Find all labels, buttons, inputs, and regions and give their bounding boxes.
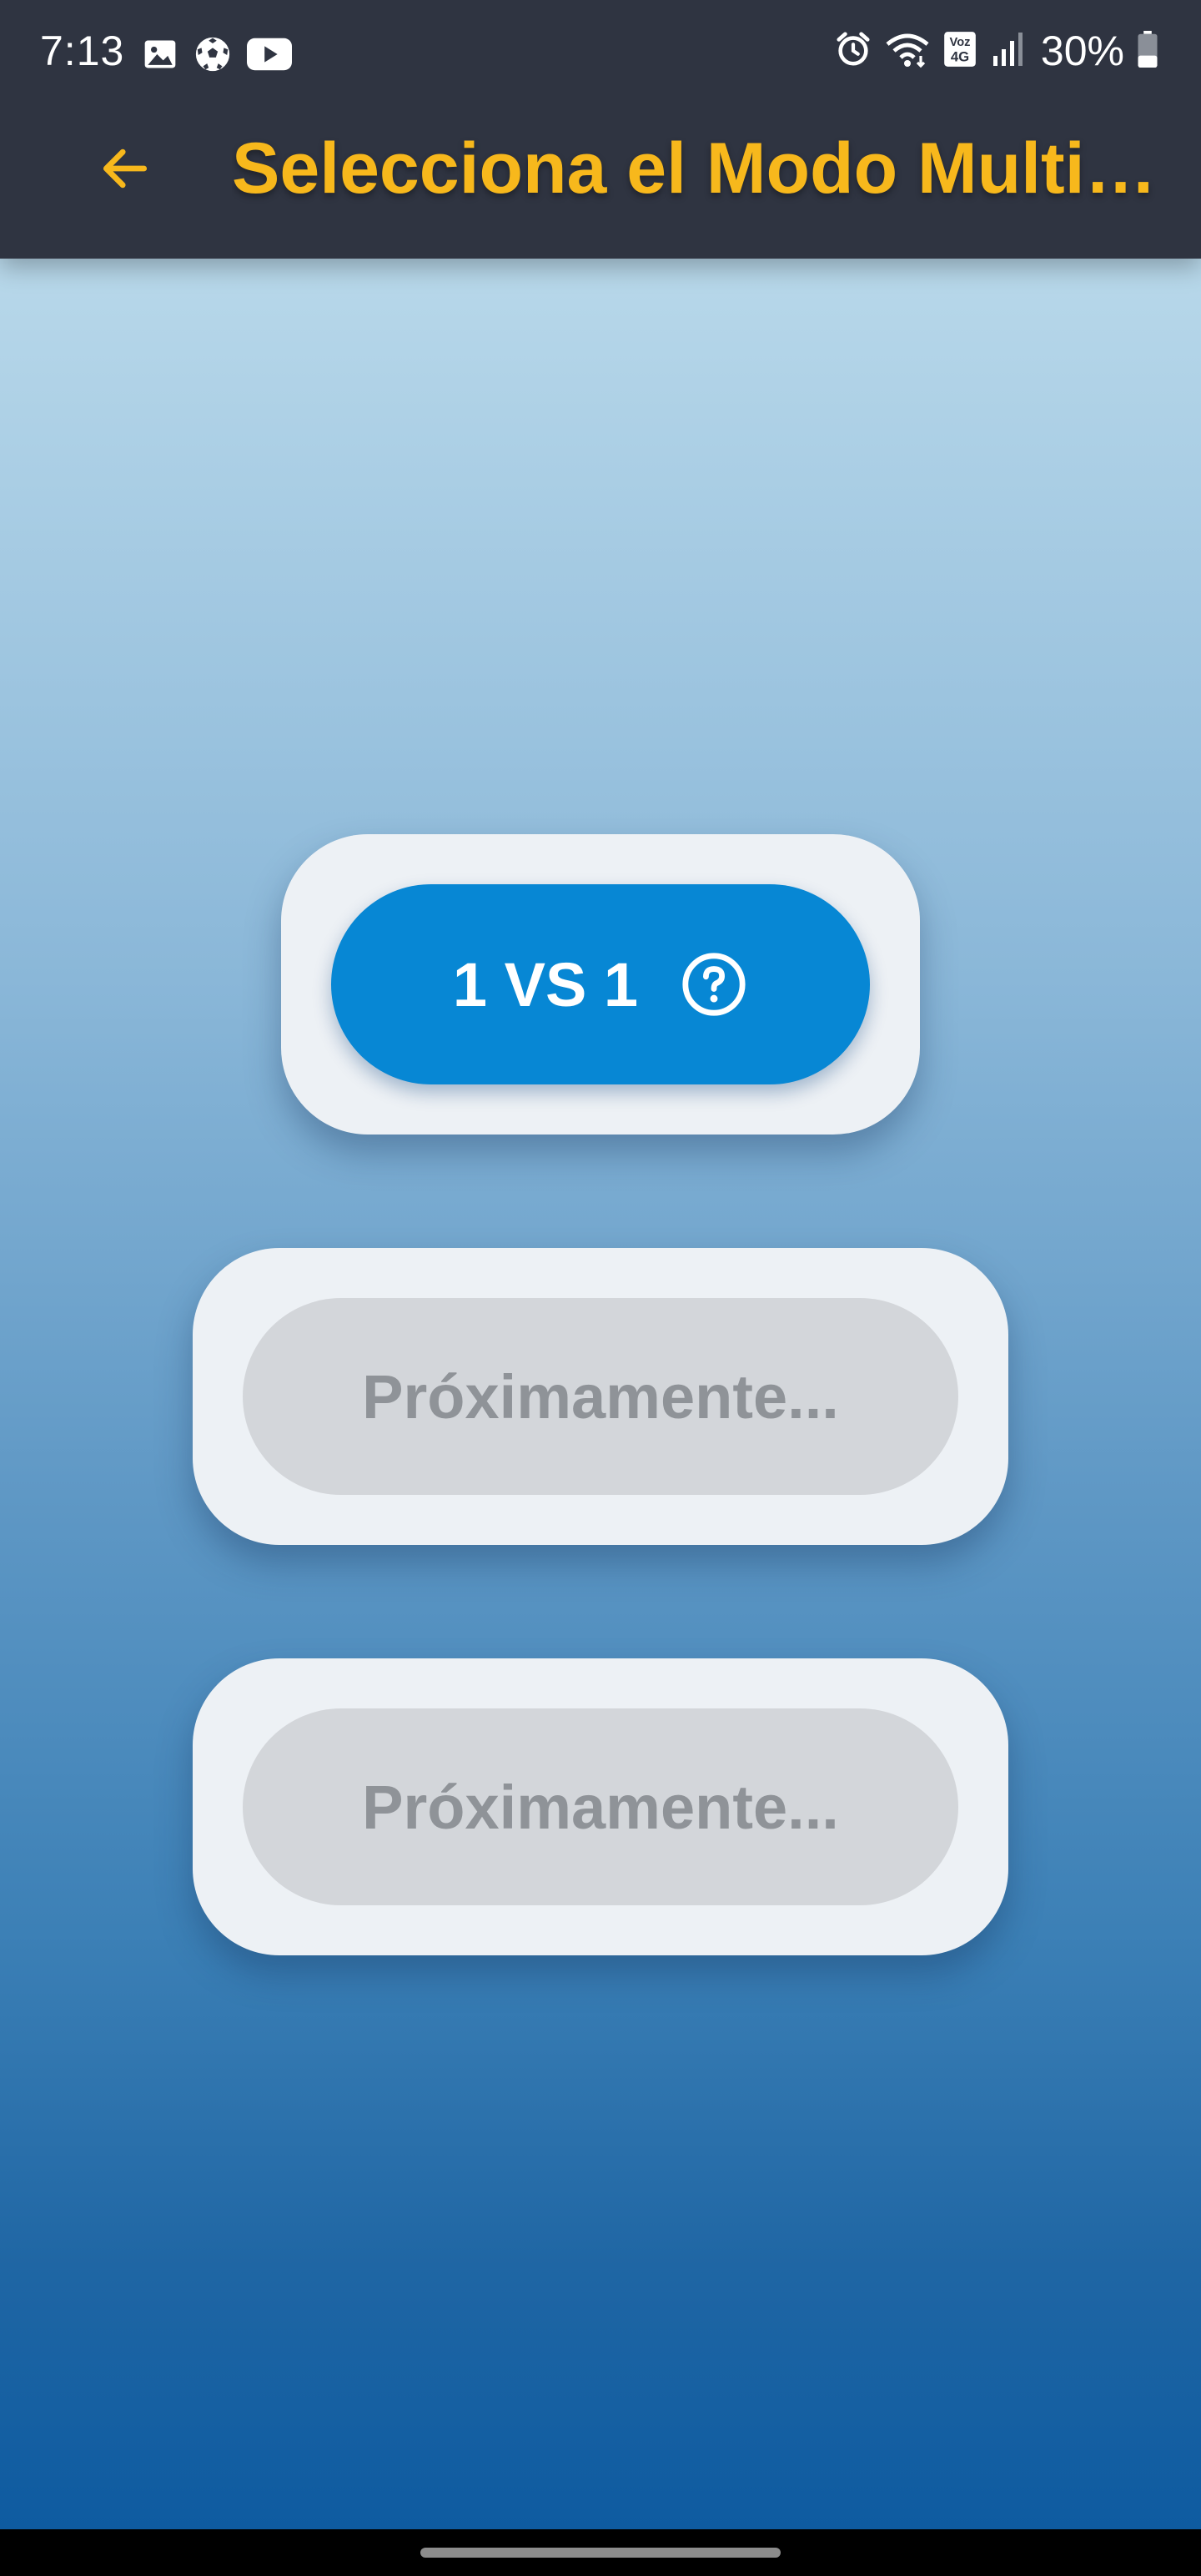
status-time: 7:13 <box>40 28 125 74</box>
wifi-icon <box>884 30 931 73</box>
battery-icon <box>1136 30 1159 73</box>
status-bar: 7:13 Voz 4G 30% <box>0 0 1201 108</box>
alarm-icon <box>834 30 872 73</box>
svg-text:Voz: Voz <box>949 35 970 48</box>
mode-card-coming-soon-2: Próximamente... <box>193 1658 1008 1955</box>
soccer-ball-icon <box>193 35 232 78</box>
youtube-icon <box>247 38 292 75</box>
mode-card-1vs1: 1 VS 1 <box>281 834 920 1135</box>
gallery-icon <box>142 36 178 77</box>
coming-soon-button[interactable]: Próximamente... <box>243 1708 958 1905</box>
mode-1vs1-button[interactable]: 1 VS 1 <box>331 884 870 1084</box>
coming-soon-button[interactable]: Próximamente... <box>243 1298 958 1495</box>
screen: 7:13 Voz 4G 30% Selecciona el Modo Multi… <box>0 0 1201 2576</box>
notification-icons <box>142 35 292 78</box>
system-icons: Voz 4G 30% <box>834 27 1159 75</box>
help-circle-icon[interactable] <box>680 950 748 1019</box>
signal-icon <box>989 31 1024 72</box>
top-bar: 7:13 Voz 4G 30% Selecciona el Modo Multi… <box>0 0 1201 259</box>
home-gesture-handle[interactable] <box>420 2548 781 2558</box>
svg-text:4G: 4G <box>951 48 969 64</box>
battery-percentage: 30% <box>1040 28 1124 74</box>
page-title: Selecciona el Modo Multi… <box>232 128 1157 209</box>
navigation-bar <box>0 2529 1201 2576</box>
mode-card-coming-soon-1: Próximamente... <box>193 1248 1008 1545</box>
volte-4g-icon: Voz 4G <box>942 30 977 73</box>
arrow-left-icon <box>103 148 148 189</box>
back-button[interactable] <box>90 133 160 204</box>
mode-label: 1 VS 1 <box>452 949 639 1019</box>
